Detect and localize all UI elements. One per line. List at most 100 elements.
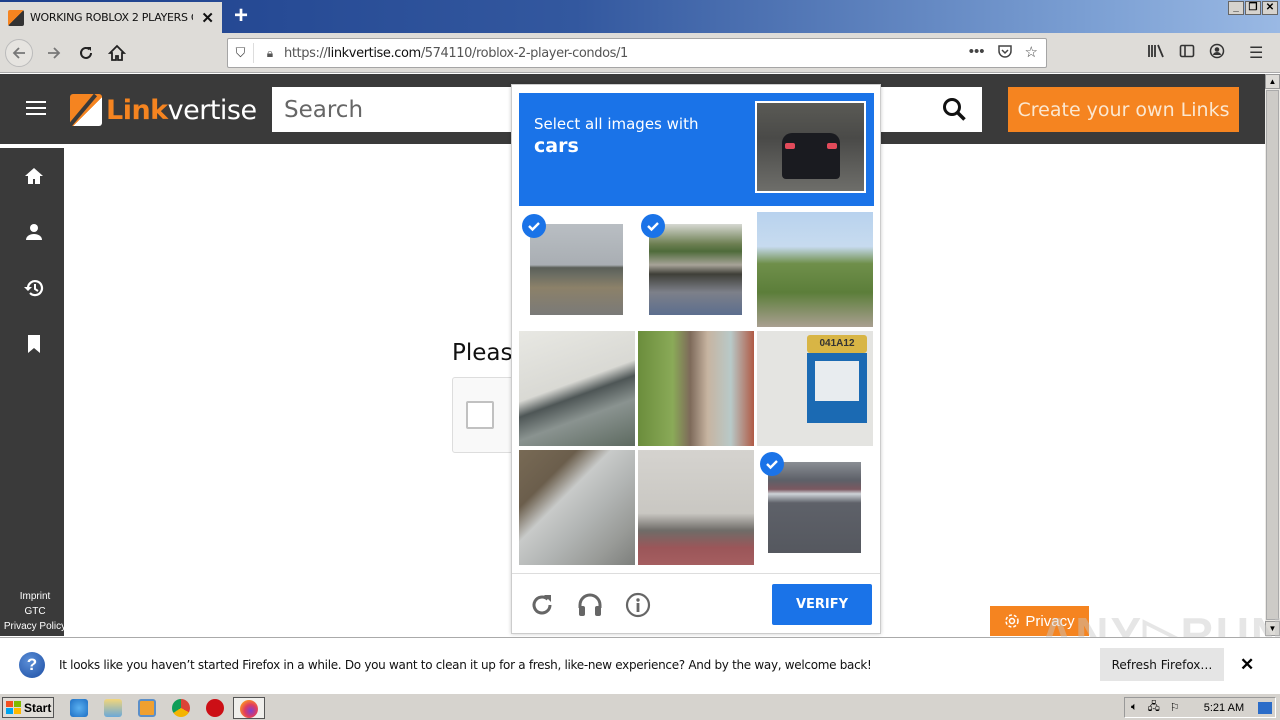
gear-icon <box>1005 614 1020 628</box>
search-icon[interactable] <box>942 97 968 123</box>
captcha-checkbox[interactable] <box>466 401 494 429</box>
account-icon[interactable] <box>1209 43 1225 64</box>
captcha-image-grid: 041A12 <box>519 212 875 566</box>
address-bar[interactable]: ⛉ 🔒︎ https://linkvertise.com/574110/robl… <box>227 38 1047 68</box>
imprint-link[interactable]: Imprint <box>0 589 70 604</box>
captcha-tile-2[interactable] <box>638 212 754 327</box>
start-button[interactable]: Start <box>2 697 54 718</box>
linkvertise-favicon-icon <box>8 9 24 26</box>
captcha-tile-9[interactable] <box>757 450 873 565</box>
arrow-left-icon <box>12 47 25 59</box>
info-icon[interactable] <box>625 592 651 618</box>
scroll-down-arrow-icon[interactable]: ▼ <box>1265 621 1280 636</box>
captcha-tile-5[interactable] <box>638 331 754 446</box>
tile-image <box>530 224 623 315</box>
network-icon[interactable]: 🖧 <box>1148 698 1160 717</box>
library-icon[interactable] <box>1147 43 1165 64</box>
site-sidebar: Imprint GTC Privacy Policy <box>0 148 66 636</box>
captcha-prompt-text: Select all images with <box>534 115 699 133</box>
sidebar-item-home[interactable] <box>20 162 48 190</box>
url-path: /574110/roblox-2-player-condos/1 <box>420 45 628 61</box>
url-domain: linkvertise.com <box>327 45 421 61</box>
url-text[interactable]: https://linkvertise.com/574110/roblox-2-… <box>284 46 969 61</box>
reload-button[interactable] <box>72 39 100 67</box>
minimize-button[interactable]: _ <box>1228 1 1244 15</box>
file-explorer-icon[interactable] <box>104 699 122 717</box>
window-controls: _ ❐ ✕ <box>1228 1 1278 15</box>
clock[interactable]: 5:21 AM <box>1204 702 1244 714</box>
tab-title: WORKING ROBLOX 2 PLAYERS CONDOS <box>29 11 193 24</box>
internet-explorer-icon[interactable] <box>70 699 88 717</box>
new-tab-button[interactable]: + <box>230 3 252 29</box>
windows-logo-icon <box>6 700 21 714</box>
notification-close-icon[interactable]: ✕ <box>1240 655 1254 675</box>
page-vertical-scrollbar[interactable]: ▲ ▼ <box>1265 74 1280 636</box>
captcha-prompt-target: cars <box>534 135 579 157</box>
tile-selected-check-icon <box>641 214 665 238</box>
sidebar-toggle-icon[interactable] <box>1179 43 1195 64</box>
captcha-footer: VERIFY <box>512 573 880 633</box>
forward-button[interactable] <box>40 39 68 67</box>
captcha-tile-6[interactable]: 041A12 <box>757 331 873 446</box>
media-player-icon[interactable] <box>138 699 156 717</box>
tile-selected-check-icon <box>760 452 784 476</box>
notification-message: It looks like you haven’t started Firefo… <box>59 658 872 672</box>
volume-icon[interactable]: 🔈︎ <box>1131 701 1138 714</box>
home-icon <box>108 44 126 61</box>
captcha-tile-4[interactable] <box>519 331 635 446</box>
page-actions-ellipsis-icon[interactable]: ••• <box>969 43 985 63</box>
show-desktop-icon[interactable] <box>1258 701 1273 714</box>
bookmark-star-icon[interactable]: ☆ <box>1025 43 1038 63</box>
scrollbar-thumb[interactable] <box>1266 90 1279 620</box>
scroll-up-arrow-icon[interactable]: ▲ <box>1265 74 1280 89</box>
tile-selected-check-icon <box>522 214 546 238</box>
sidebar-item-history[interactable] <box>20 274 48 302</box>
logo-text-link: Link <box>106 94 168 126</box>
tile-image <box>638 331 754 446</box>
restore-button[interactable]: ❐ <box>1245 1 1261 15</box>
sidebar-item-bookmarks[interactable] <box>20 330 48 358</box>
history-icon <box>24 280 44 297</box>
tile-image <box>519 331 635 446</box>
close-window-button[interactable]: ✕ <box>1262 1 1278 15</box>
privacy-settings-button[interactable]: Privacy <box>990 606 1089 636</box>
privacy-policy-link[interactable]: Privacy Policy <box>0 619 70 634</box>
gtc-link[interactable]: GTC <box>0 604 70 619</box>
home-icon <box>25 168 43 184</box>
url-prefix: https:// <box>284 45 328 61</box>
back-button[interactable] <box>5 39 33 67</box>
tracking-protection-shield-icon[interactable]: ⛉ <box>228 43 254 63</box>
captcha-tile-7[interactable] <box>519 450 635 565</box>
pocket-icon[interactable] <box>997 43 1013 63</box>
captcha-tile-3[interactable] <box>757 212 873 327</box>
question-icon: ? <box>19 652 45 678</box>
action-center-flag-icon[interactable]: ⚐ <box>1170 701 1180 714</box>
windows-taskbar: Start 🔈︎ 🖧 ⚐ 5:21 AM <box>0 693 1280 720</box>
app-menu-icon[interactable]: ☰ <box>1249 43 1263 64</box>
audio-challenge-headphones-icon[interactable] <box>577 592 603 618</box>
lock-icon[interactable]: 🔒︎ <box>260 46 280 61</box>
verify-button[interactable]: VERIFY <box>772 584 872 625</box>
browser-navbar: ⛉ 🔒︎ https://linkvertise.com/574110/robl… <box>0 33 1280 73</box>
image-captcha-challenge: Select all images with cars 041A12 VERIF… <box>511 84 881 634</box>
page-heading: Pleas <box>452 340 513 366</box>
browser-tab-active[interactable]: WORKING ROBLOX 2 PLAYERS CONDOS ✕ <box>0 2 222 33</box>
tile-image <box>757 212 873 327</box>
refresh-firefox-button[interactable]: Refresh Firefox… <box>1100 648 1224 681</box>
site-menu-hamburger-icon[interactable] <box>26 101 46 117</box>
sidebar-footer: Imprint GTC Privacy Policy <box>0 589 70 634</box>
home-button[interactable] <box>103 39 131 67</box>
chrome-icon[interactable] <box>172 699 190 717</box>
firefox-taskbar-button[interactable] <box>233 697 265 719</box>
tab-close-icon[interactable]: ✕ <box>201 9 214 27</box>
tile-image <box>768 462 861 553</box>
captcha-tile-1[interactable] <box>519 212 635 327</box>
sidebar-item-profile[interactable] <box>20 218 48 246</box>
captcha-tile-8[interactable] <box>638 450 754 565</box>
linkvertise-logo[interactable]: Linkvertise <box>70 94 257 126</box>
privacy-label: Privacy <box>1025 612 1075 630</box>
opera-icon[interactable] <box>206 699 224 717</box>
reload-challenge-icon[interactable] <box>529 592 555 618</box>
start-label: Start <box>24 700 52 715</box>
create-links-button[interactable]: Create your own Links <box>1008 87 1239 132</box>
